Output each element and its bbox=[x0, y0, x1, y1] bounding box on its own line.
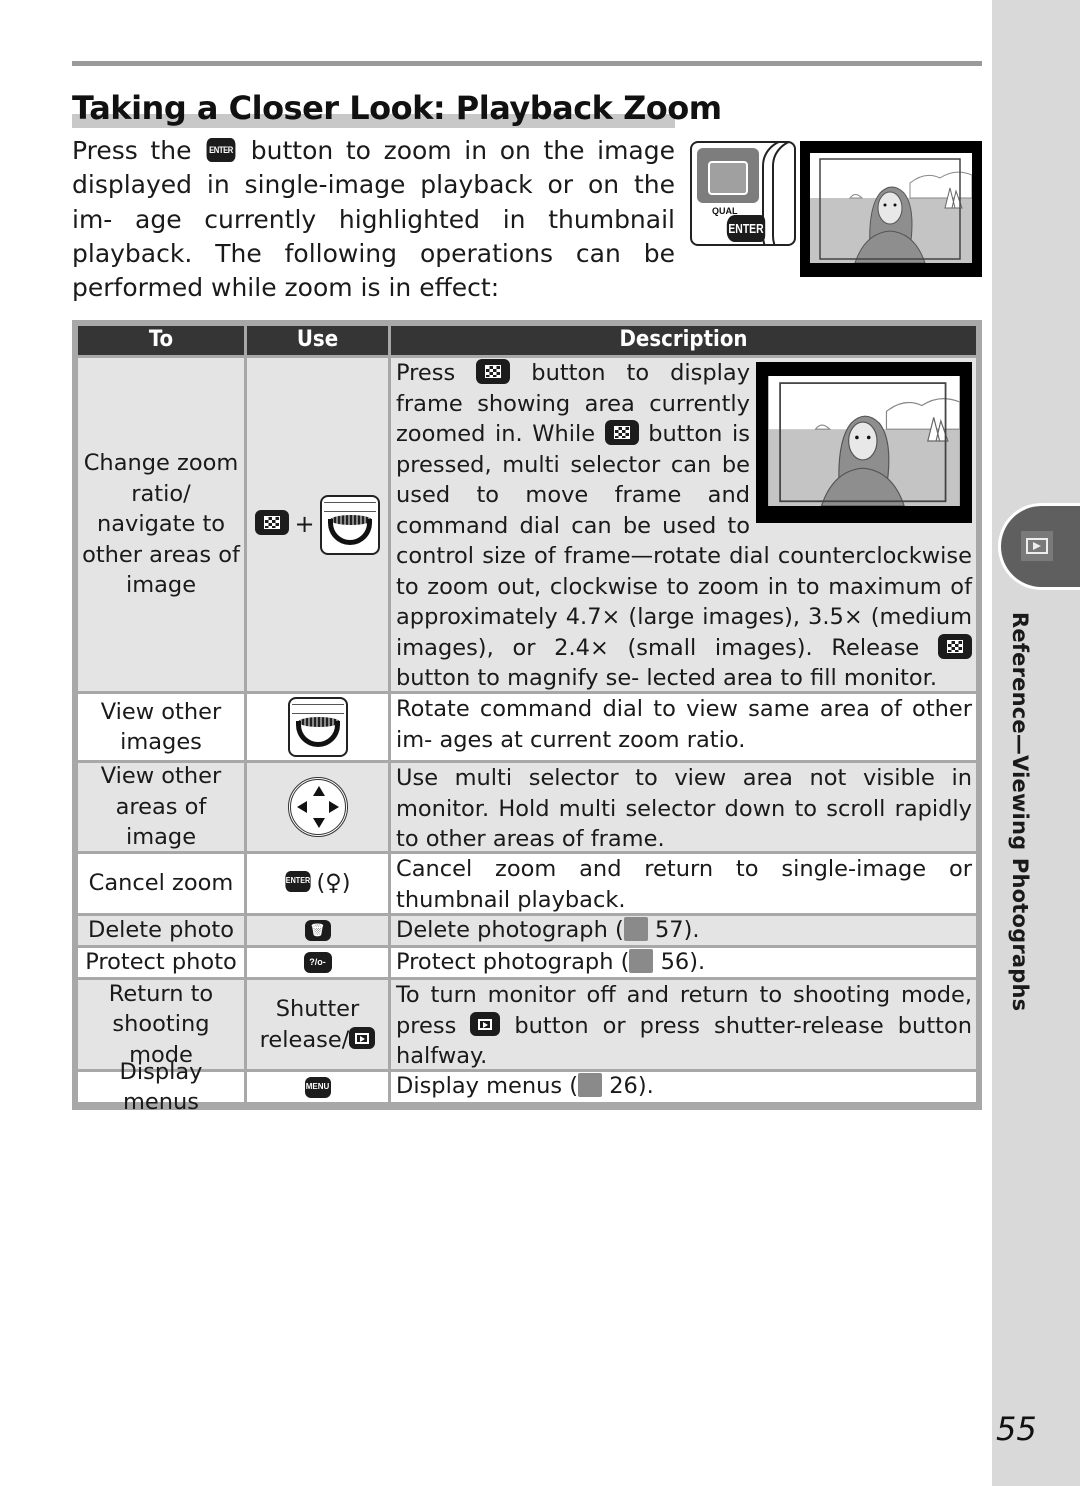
table-row-description: Protect photograph ( 56). bbox=[391, 948, 976, 977]
table-row-use: + bbox=[247, 358, 388, 691]
desc-text: Display menus ( bbox=[396, 1073, 579, 1099]
title-block: Taking a Closer Look: Playback Zoom bbox=[72, 88, 722, 128]
page-reference-icon bbox=[578, 1072, 603, 1097]
table-row-use: ENTER (♀) bbox=[247, 854, 388, 913]
thumbnail-button-icon bbox=[255, 510, 290, 535]
table-row-use: ?/o- bbox=[247, 948, 388, 977]
table-row-to: View other images bbox=[78, 694, 244, 760]
row-action-label: Cancel zoom bbox=[88, 870, 234, 897]
command-dial-icon bbox=[319, 494, 380, 555]
camera-monitor-icon bbox=[708, 161, 748, 195]
command-dial-icon bbox=[287, 697, 348, 757]
section-tab[interactable] bbox=[998, 503, 1080, 590]
trash-button-icon: 🗑 bbox=[304, 920, 331, 941]
table-row-description: Display menus ( 26). bbox=[391, 1072, 976, 1102]
playback-icon bbox=[1021, 531, 1053, 561]
page-reference-link[interactable]: 56 bbox=[661, 949, 690, 975]
table-row-use: Shutter release/ bbox=[247, 980, 388, 1069]
table-row-use: 🗑 bbox=[247, 916, 388, 945]
desc-text: button to magnify se- lected area to fil… bbox=[396, 665, 938, 691]
page-number: 55 bbox=[996, 1410, 1037, 1448]
row-action-label: View other areas of image bbox=[100, 763, 222, 851]
table-row-description: Delete photograph ( 57). bbox=[391, 916, 976, 945]
row-action-label: Change zoom ratio/ navigate to other are… bbox=[82, 450, 240, 599]
table-row-to: Change zoom ratio/ navigate to other are… bbox=[78, 358, 244, 691]
table-row-use bbox=[247, 763, 388, 851]
plus-sign: + bbox=[294, 510, 315, 539]
intro-text-1: Press the bbox=[72, 136, 192, 165]
row-action-label: Delete photo bbox=[88, 917, 234, 944]
table-row-description: Use multi selector to view area not visi… bbox=[391, 763, 976, 852]
page-reference-link[interactable]: 26 bbox=[609, 1073, 638, 1099]
row-action-label: Protect photo bbox=[85, 949, 237, 976]
page-reference-icon bbox=[629, 948, 654, 973]
intro-paragraph: Press the ENTER button to zoom in on the… bbox=[72, 134, 675, 305]
shutter-release-label: Shutter release/ bbox=[259, 996, 360, 1053]
zoom-frame-illustration bbox=[756, 362, 972, 523]
table-row-use bbox=[247, 694, 388, 760]
thumbnail-button-icon bbox=[604, 420, 639, 445]
page-title: Taking a Closer Look: Playback Zoom bbox=[72, 89, 722, 127]
column-header-use: Use bbox=[247, 326, 388, 355]
column-header-description: Description bbox=[391, 326, 976, 355]
desc-text: Protect photograph ( bbox=[396, 949, 630, 975]
thumbnail-button-icon bbox=[938, 633, 972, 659]
zoom-out-symbol: (♀) bbox=[316, 870, 351, 897]
desc-text: Press bbox=[396, 360, 456, 386]
playback-button-icon bbox=[470, 1012, 501, 1036]
table-row-use: MENU bbox=[247, 1072, 388, 1102]
menu-button-icon: MENU bbox=[304, 1076, 331, 1098]
protect-button-icon: ?/o- bbox=[303, 952, 332, 973]
desc-text: ). bbox=[637, 1073, 654, 1099]
section-sidebar bbox=[992, 0, 1080, 1486]
camera-body-edge bbox=[772, 143, 794, 244]
portrait-photo-illustration bbox=[810, 153, 972, 263]
table-row-to: Delete photo bbox=[78, 916, 244, 945]
camera-enter-button-illustration: QUAL ENTER bbox=[690, 141, 796, 246]
table-row-description: Press button to display frame showing ar… bbox=[391, 358, 976, 691]
desc-text: ). bbox=[683, 917, 700, 943]
table-row-to: View other areas of image bbox=[78, 763, 244, 851]
table-row-to: Protect photo bbox=[78, 948, 244, 977]
top-rule bbox=[72, 61, 982, 66]
table-row-to: Cancel zoom bbox=[78, 854, 244, 913]
enter-button: ENTER bbox=[726, 215, 766, 242]
page-reference-icon bbox=[623, 916, 648, 941]
row-action-label: Display menus bbox=[119, 1058, 203, 1116]
playback-button-icon bbox=[349, 1027, 376, 1049]
enter-button-icon: ENTER bbox=[206, 138, 236, 162]
section-label: Reference—Viewing Photographs bbox=[1008, 612, 1032, 1012]
thumbnail-button-icon bbox=[476, 359, 511, 384]
enter-button-icon: ENTER bbox=[285, 871, 312, 892]
portrait-photo-illustration bbox=[768, 376, 960, 506]
operations-table: To Use Description Change zoom ratio/ na… bbox=[72, 320, 982, 1115]
page-reference-link[interactable]: 57 bbox=[655, 917, 684, 943]
desc-text: Delete photograph ( bbox=[396, 917, 624, 943]
table-row-to: Display menus bbox=[78, 1059, 244, 1115]
multi-selector-icon bbox=[287, 777, 348, 837]
table-row-description: Rotate command dial to view same area of… bbox=[391, 694, 976, 760]
table-row-description: Cancel zoom and return to single-image o… bbox=[391, 854, 976, 913]
column-header-to: To bbox=[78, 326, 244, 355]
zoom-frame-illustration bbox=[800, 141, 982, 277]
desc-text: ). bbox=[689, 949, 706, 975]
table-row-description: To turn monitor off and return to shooti… bbox=[391, 980, 976, 1069]
row-action-label: View other images bbox=[100, 698, 222, 756]
